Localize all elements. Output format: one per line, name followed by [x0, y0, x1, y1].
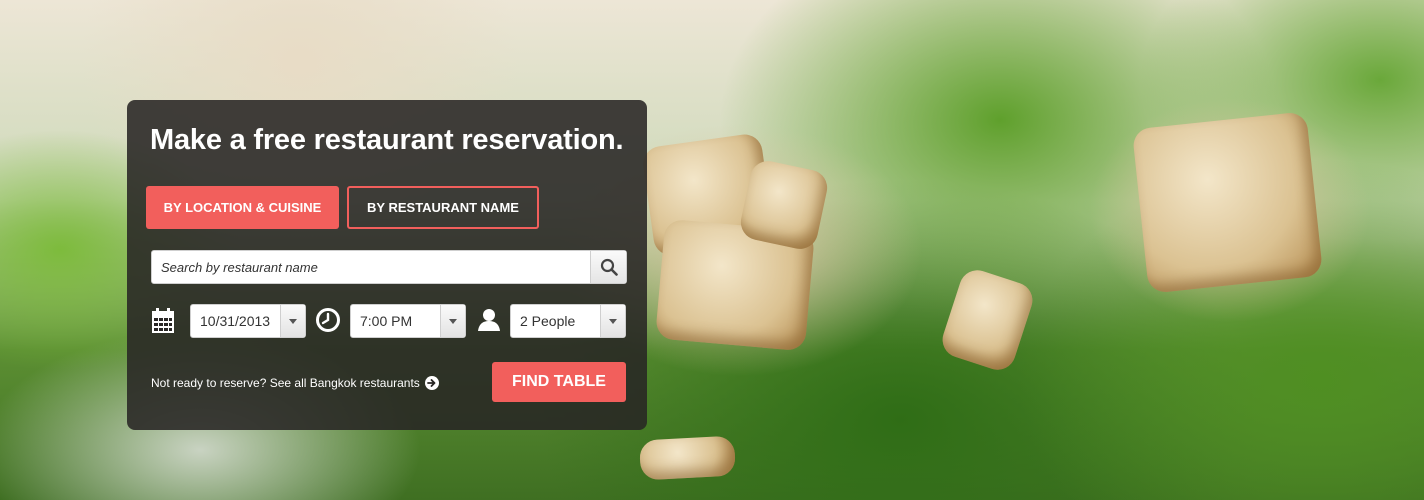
- caret-down-icon: [289, 318, 297, 324]
- panel-title: Make a free restaurant reservation.: [150, 124, 624, 156]
- arrow-right-icon: [426, 379, 436, 387]
- find-table-button[interactable]: FIND TABLE: [492, 362, 626, 402]
- reservation-panel: Make a free restaurant reservation. BY L…: [127, 100, 647, 430]
- crouton-image: [1131, 111, 1324, 294]
- caret-down-icon: [609, 318, 617, 324]
- party-size-value: 2 People: [520, 313, 576, 329]
- caret-down-icon: [449, 318, 457, 324]
- tab-location-cuisine[interactable]: BY LOCATION & CUISINE: [146, 186, 339, 229]
- person-icon: [478, 309, 500, 331]
- search-icon: [600, 258, 618, 276]
- date-value: 10/31/2013: [200, 313, 271, 329]
- time-dropdown-button[interactable]: [440, 305, 465, 337]
- party-size-select[interactable]: 2 People: [510, 304, 626, 338]
- see-all-restaurants-link[interactable]: Not ready to reserve? See all Bangkok re…: [151, 376, 439, 390]
- tab-restaurant-name[interactable]: BY RESTAURANT NAME: [347, 186, 539, 229]
- clock-icon: [316, 308, 340, 332]
- search-box: [151, 250, 627, 284]
- crouton-image: [737, 157, 831, 253]
- party-dropdown-button[interactable]: [600, 305, 625, 337]
- calendar-icon: [152, 308, 174, 333]
- date-dropdown-button[interactable]: [280, 305, 305, 337]
- crouton-image: [639, 435, 736, 481]
- see-all-restaurants-label: Not ready to reserve? See all Bangkok re…: [151, 376, 420, 390]
- time-select[interactable]: 7:00 PM: [350, 304, 466, 338]
- search-input[interactable]: [152, 251, 592, 283]
- crouton-image: [937, 265, 1038, 375]
- search-button[interactable]: [590, 251, 626, 283]
- date-select[interactable]: 10/31/2013: [190, 304, 306, 338]
- time-value: 7:00 PM: [360, 313, 413, 329]
- arrow-right-circle-icon: [424, 376, 439, 390]
